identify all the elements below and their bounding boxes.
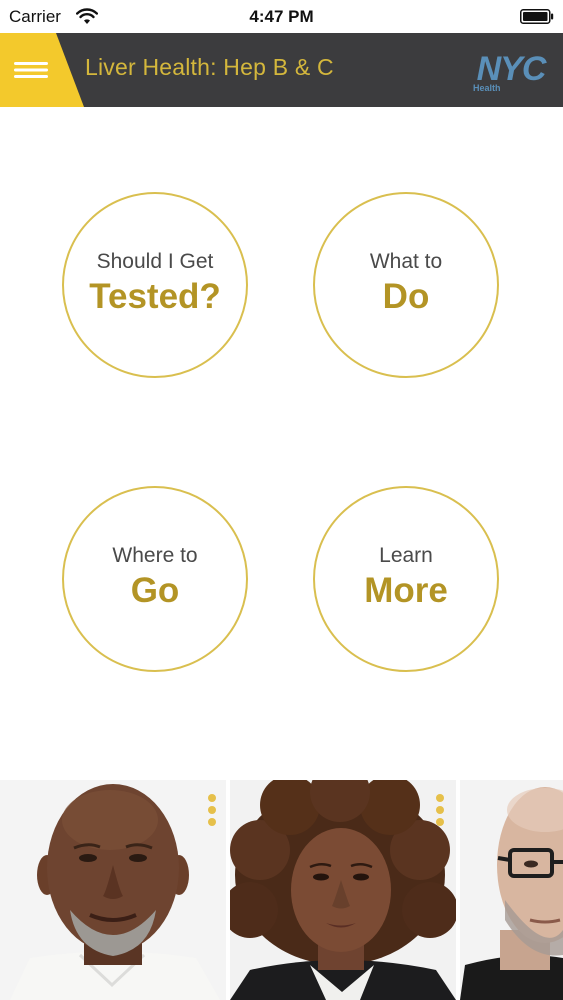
more-options-icon[interactable]: [208, 794, 218, 830]
where-to-go-button[interactable]: Where to Go: [62, 486, 248, 672]
nyc-health-logo: NYC Health: [473, 50, 548, 93]
learn-more-button[interactable]: Learn More: [313, 486, 499, 672]
menu-button[interactable]: [0, 33, 64, 107]
circle-small-text: Should I Get: [96, 250, 214, 273]
clock: 4:47 PM: [249, 7, 314, 26]
circle-big-text: Tested?: [89, 277, 221, 316]
circle-big-text: Do: [382, 277, 430, 316]
hamburger-icon: [14, 62, 48, 78]
page-title: Liver Health: Hep B & C: [85, 54, 334, 80]
person-2-photo: [230, 780, 456, 1000]
battery-icon: [520, 9, 554, 24]
circle-small-text: Learn: [379, 544, 433, 567]
person-1-photo: [0, 780, 226, 1000]
person-photo-card[interactable]: [0, 780, 226, 1000]
more-options-icon[interactable]: [436, 794, 446, 830]
app-header: Liver Health: Hep B & C NYC Health: [0, 33, 563, 107]
person-photo-card[interactable]: [230, 780, 456, 1000]
person-3-photo: [460, 780, 563, 1000]
circle-big-text: Go: [130, 571, 180, 610]
should-i-get-tested-button[interactable]: Should I Get Tested?: [62, 192, 248, 378]
people-carousel[interactable]: [0, 780, 563, 1000]
circle-small-text: Where to: [112, 544, 198, 567]
person-photo-card[interactable]: [460, 780, 563, 1000]
what-to-do-button[interactable]: What to Do: [313, 192, 499, 378]
logo-subtext: Health: [473, 83, 501, 93]
circle-big-text: More: [364, 571, 448, 610]
status-bar: Carrier 4:47 PM: [0, 0, 563, 33]
circle-small-text: What to: [369, 250, 443, 273]
